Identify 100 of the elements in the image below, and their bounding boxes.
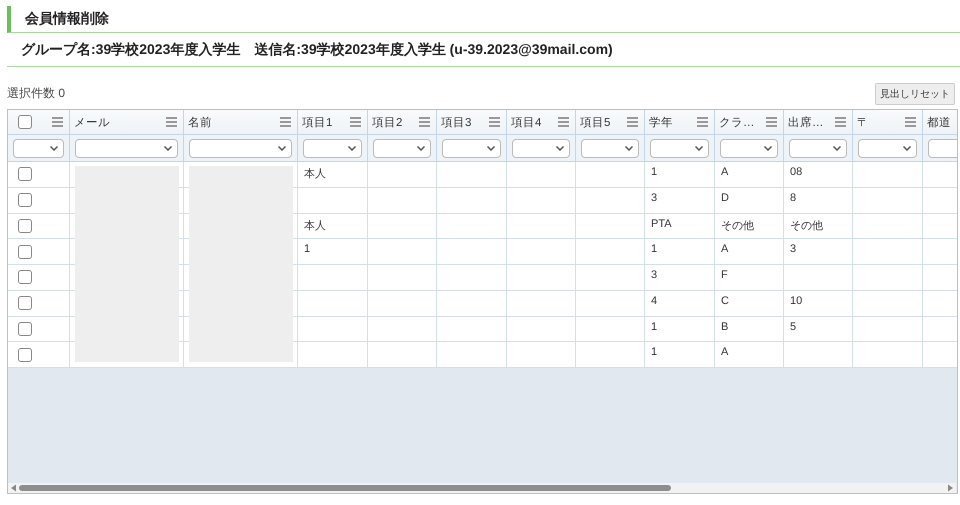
column-menu-icon[interactable] <box>489 117 500 127</box>
column-menu-icon[interactable] <box>766 117 777 127</box>
filter-dropdown[interactable] <box>650 138 709 158</box>
column-header[interactable]: 〒 <box>853 110 923 135</box>
filter-dropdown[interactable] <box>512 138 570 158</box>
table-cell <box>437 290 507 316</box>
column-header[interactable]: メール <box>70 110 184 135</box>
checkbox[interactable] <box>18 218 32 233</box>
table-cell <box>576 162 645 188</box>
table-cell <box>368 188 437 214</box>
table-cell <box>437 214 507 240</box>
table-cell <box>784 342 853 368</box>
column-menu-icon[interactable] <box>280 117 291 127</box>
table-cell: 10 <box>784 290 853 316</box>
table-cell: 1 <box>645 162 715 188</box>
column-header[interactable]: 学年 <box>645 110 715 135</box>
column-header[interactable]: 出席… <box>784 110 853 135</box>
table-cell <box>437 239 507 265</box>
filter-dropdown[interactable] <box>858 138 917 158</box>
table-cell <box>507 342 576 368</box>
column-menu-icon[interactable] <box>52 117 63 127</box>
column-header[interactable]: 項目3 <box>437 110 507 135</box>
column-header[interactable]: 都道 <box>923 110 957 135</box>
column-menu-icon[interactable] <box>627 117 638 127</box>
filter-dropdown[interactable] <box>303 138 362 158</box>
table-cell <box>437 265 507 291</box>
table-cell <box>576 239 645 265</box>
column-header[interactable]: クラ… <box>715 110 784 135</box>
table-cell <box>853 239 923 265</box>
column-header[interactable]: 項目1 <box>298 110 368 135</box>
column-header[interactable]: 項目2 <box>368 110 437 135</box>
table-cell: D <box>715 188 784 214</box>
table-cell: F <box>715 265 784 291</box>
column-menu-icon[interactable] <box>558 117 569 127</box>
checkbox[interactable] <box>18 115 32 129</box>
table-cell <box>576 265 645 291</box>
table-cell <box>368 342 437 368</box>
table-cell: 1 <box>645 239 715 265</box>
column-menu-icon[interactable] <box>697 117 708 127</box>
table-cell <box>853 214 923 240</box>
table-cell <box>507 239 576 265</box>
filter-dropdown[interactable] <box>581 138 639 158</box>
table-cell: PTA <box>645 214 715 240</box>
checkbox[interactable] <box>18 193 32 208</box>
filter-dropdown[interactable] <box>720 138 778 158</box>
chevron-down-icon <box>833 146 841 150</box>
filter-dropdown[interactable] <box>789 138 847 158</box>
table-cell <box>576 214 645 240</box>
checkbox[interactable] <box>18 348 32 362</box>
column-menu-icon[interactable] <box>905 117 916 127</box>
filter-dropdown[interactable] <box>75 138 178 158</box>
table-cell: 3 <box>645 188 715 214</box>
filter-dropdown[interactable] <box>189 138 292 158</box>
chevron-down-icon <box>625 146 633 150</box>
table-cell: B <box>715 316 784 342</box>
column-header[interactable]: 項目4 <box>507 110 576 135</box>
filter-dropdown[interactable] <box>13 138 64 158</box>
table-cell <box>576 188 645 214</box>
table-cell: 4 <box>645 290 715 316</box>
table-cell: A <box>715 342 784 368</box>
checkbox[interactable] <box>18 296 32 310</box>
chevron-down-icon <box>417 146 425 150</box>
checkbox[interactable] <box>18 322 32 336</box>
table-cell <box>368 214 437 240</box>
horizontal-scrollbar[interactable] <box>8 483 956 493</box>
table-cell <box>576 342 645 368</box>
filter-dropdown[interactable] <box>442 138 501 158</box>
column-menu-icon[interactable] <box>419 117 430 127</box>
table-cell <box>368 290 437 316</box>
checkbox[interactable] <box>18 167 32 182</box>
table-cell: 1 <box>298 239 368 265</box>
reset-headers-button[interactable]: 見出しリセット <box>875 83 955 105</box>
table-cell: 本人 <box>298 214 368 240</box>
column-header[interactable]: 項目5 <box>576 110 645 135</box>
table-cell <box>507 188 576 214</box>
table-cell <box>853 316 923 342</box>
checkbox[interactable] <box>18 270 32 284</box>
table-cell: 1 <box>645 316 715 342</box>
checkbox[interactable] <box>18 244 32 259</box>
chevron-down-icon <box>487 146 495 150</box>
table-cell: 本人 <box>298 162 368 188</box>
column-header[interactable]: 名前 <box>184 110 298 135</box>
table-cell <box>298 342 368 368</box>
filter-dropdown[interactable] <box>373 138 431 158</box>
table-cell <box>507 290 576 316</box>
column-menu-icon[interactable] <box>835 117 846 127</box>
group-info: グループ名:39学校2023年度入学生 送信名:39学校2023年度入学生 (u-39.2023@39mail.com) <box>20 40 613 58</box>
column-menu-icon[interactable] <box>166 117 177 127</box>
table-cell <box>368 239 437 265</box>
column-menu-icon[interactable] <box>350 117 361 127</box>
table-cell: 1 <box>645 342 715 368</box>
table-cell: 08 <box>784 162 853 188</box>
table-cell <box>437 342 507 368</box>
table-cell <box>576 316 645 342</box>
table-cell <box>576 290 645 316</box>
table-cell <box>507 214 576 240</box>
chevron-down-icon <box>348 146 356 150</box>
table-cell <box>853 265 923 291</box>
table-cell <box>853 162 923 188</box>
chevron-down-icon <box>903 146 911 150</box>
